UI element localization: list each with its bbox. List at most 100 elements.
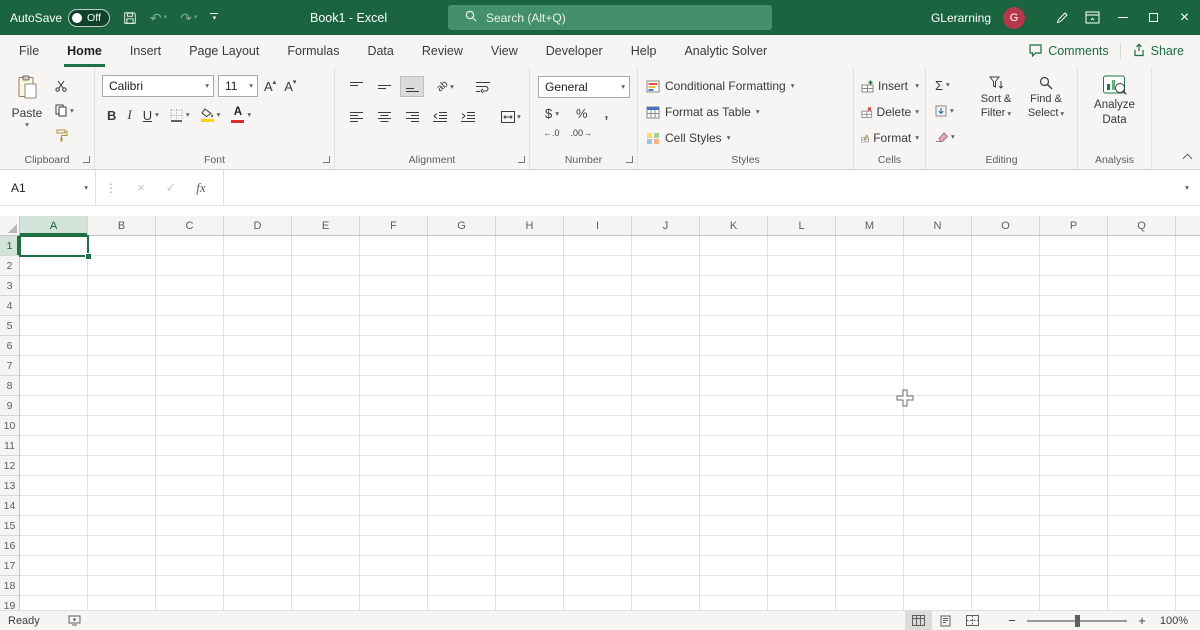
name-box[interactable]: A1 ▾ (0, 170, 96, 205)
bottom-align-button[interactable] (400, 76, 424, 97)
increase-indent-button[interactable] (457, 107, 479, 126)
column-header-i[interactable]: I (564, 216, 632, 235)
zoom-out-button[interactable]: − (1000, 613, 1024, 628)
clear-button[interactable]: ▾ (933, 125, 971, 149)
clipboard-dialog-launcher-icon[interactable] (83, 156, 90, 163)
row-header-3[interactable]: 3 (0, 276, 19, 296)
align-left-button[interactable] (345, 107, 367, 126)
align-right-button[interactable] (401, 107, 423, 126)
row-header-11[interactable]: 11 (0, 436, 19, 456)
tab-view[interactable]: View (477, 35, 532, 67)
paste-button[interactable]: Paste ▾ (5, 71, 49, 151)
column-header-a[interactable]: A (20, 216, 88, 235)
user-name[interactable]: GLerarning (931, 11, 991, 25)
analyze-data-button[interactable]: Analyze Data (1083, 74, 1147, 128)
row-header-18[interactable]: 18 (0, 576, 19, 596)
cell-styles-button[interactable]: Cell Styles ▾ (646, 126, 853, 150)
merge-center-button[interactable]: ▾ (501, 110, 521, 123)
font-dialog-launcher-icon[interactable] (323, 156, 330, 163)
autosave-toggle[interactable]: Off (68, 8, 110, 27)
active-cell-selection[interactable] (19, 235, 92, 260)
column-header-e[interactable]: E (292, 216, 360, 235)
row-header-19[interactable]: 19 (0, 596, 19, 611)
normal-view-button[interactable] (905, 611, 932, 630)
select-all-button[interactable] (0, 216, 20, 236)
sheet-grid[interactable] (19, 235, 1200, 610)
tab-formulas[interactable]: Formulas (273, 35, 353, 67)
decrease-indent-button[interactable] (429, 107, 451, 126)
undo-icon[interactable]: ↶ ▾ (150, 11, 167, 25)
format-painter-button[interactable] (52, 126, 77, 145)
row-header-4[interactable]: 4 (0, 296, 19, 316)
increase-decimal-button[interactable]: ←.0 (543, 128, 560, 138)
column-header-l[interactable]: L (768, 216, 836, 235)
macro-record-icon[interactable] (68, 615, 81, 626)
row-header-6[interactable]: 6 (0, 336, 19, 356)
alignment-dialog-launcher-icon[interactable] (518, 156, 525, 163)
top-align-button[interactable] (345, 77, 367, 96)
fill-button[interactable]: ▾ (933, 99, 971, 123)
column-header-m[interactable]: M (836, 216, 904, 235)
copy-button[interactable]: ▾ (52, 101, 77, 120)
share-button[interactable]: Share (1132, 42, 1184, 60)
redo-icon[interactable]: ↷ ▾ (180, 11, 197, 25)
row-header-5[interactable]: 5 (0, 316, 19, 336)
zoom-in-button[interactable]: + (1130, 613, 1154, 628)
column-header-f[interactable]: F (360, 216, 428, 235)
bold-button[interactable]: B (107, 108, 116, 123)
find-select-button[interactable]: Find & Select ▾ (1021, 71, 1071, 151)
font-name-combo[interactable]: Calibri ▾ (102, 75, 214, 97)
row-header-1[interactable]: 1 (0, 236, 19, 256)
insert-function-button[interactable]: fx (186, 180, 216, 196)
collapse-ribbon-icon[interactable] (1182, 153, 1193, 164)
save-icon[interactable] (123, 11, 137, 25)
column-header-d[interactable]: D (224, 216, 292, 235)
avatar[interactable]: G (1003, 6, 1025, 29)
column-header-partial[interactable] (1176, 216, 1200, 235)
delete-cells-button[interactable]: Delete ▾ (854, 100, 925, 124)
tab-developer[interactable]: Developer (532, 35, 617, 67)
search-box[interactable]: Search (Alt+Q) (448, 5, 772, 30)
accounting-format-button[interactable]: $ ▾ (545, 106, 559, 121)
number-dialog-launcher-icon[interactable] (626, 156, 633, 163)
maximize-button[interactable] (1138, 0, 1169, 35)
borders-button[interactable]: ▾ (170, 109, 190, 122)
formula-bar-handle-icon[interactable]: ⋮ (96, 181, 126, 195)
column-header-k[interactable]: K (700, 216, 768, 235)
column-header-j[interactable]: J (632, 216, 700, 235)
column-header-b[interactable]: B (88, 216, 156, 235)
customize-quick-access-icon[interactable]: ▾ (210, 13, 219, 22)
underline-button[interactable]: U ▾ (143, 108, 159, 123)
page-layout-view-button[interactable] (932, 611, 959, 630)
row-header-7[interactable]: 7 (0, 356, 19, 376)
font-size-combo[interactable]: 11 ▾ (218, 75, 258, 97)
zoom-slider[interactable] (1027, 614, 1127, 627)
comments-button[interactable]: Comments (1028, 43, 1109, 60)
fill-color-button[interactable]: ▾ (200, 108, 220, 122)
page-break-preview-button[interactable] (959, 611, 986, 630)
row-header-13[interactable]: 13 (0, 476, 19, 496)
format-cells-button[interactable]: Format ▾ (854, 126, 925, 150)
wrap-text-button[interactable] (475, 81, 490, 93)
percent-style-button[interactable]: % (576, 106, 588, 121)
font-color-button[interactable]: A ▾ (231, 107, 251, 123)
column-header-o[interactable]: O (972, 216, 1040, 235)
shrink-font-button[interactable]: A ▾ (282, 79, 298, 93)
cancel-button[interactable]: × (126, 180, 156, 195)
row-header-17[interactable]: 17 (0, 556, 19, 576)
comma-style-button[interactable]: , (605, 106, 609, 121)
conditional-formatting-button[interactable]: Conditional Formatting ▾ (646, 74, 853, 98)
sort-filter-button[interactable]: Sort & Filter ▾ (971, 71, 1021, 151)
grow-font-button[interactable]: A ▴ (262, 79, 278, 93)
autosum-button[interactable]: Σ ▾ (933, 73, 971, 97)
ribbon-display-options-icon[interactable] (1077, 0, 1107, 35)
row-header-14[interactable]: 14 (0, 496, 19, 516)
decrease-decimal-button[interactable]: .00→ (571, 128, 593, 138)
close-button[interactable]: × (1169, 0, 1200, 35)
row-header-10[interactable]: 10 (0, 416, 19, 436)
column-header-p[interactable]: P (1040, 216, 1108, 235)
minimize-button[interactable] (1107, 0, 1138, 35)
tab-home[interactable]: Home (53, 35, 116, 67)
tab-data[interactable]: Data (353, 35, 407, 67)
middle-align-button[interactable] (373, 77, 395, 96)
